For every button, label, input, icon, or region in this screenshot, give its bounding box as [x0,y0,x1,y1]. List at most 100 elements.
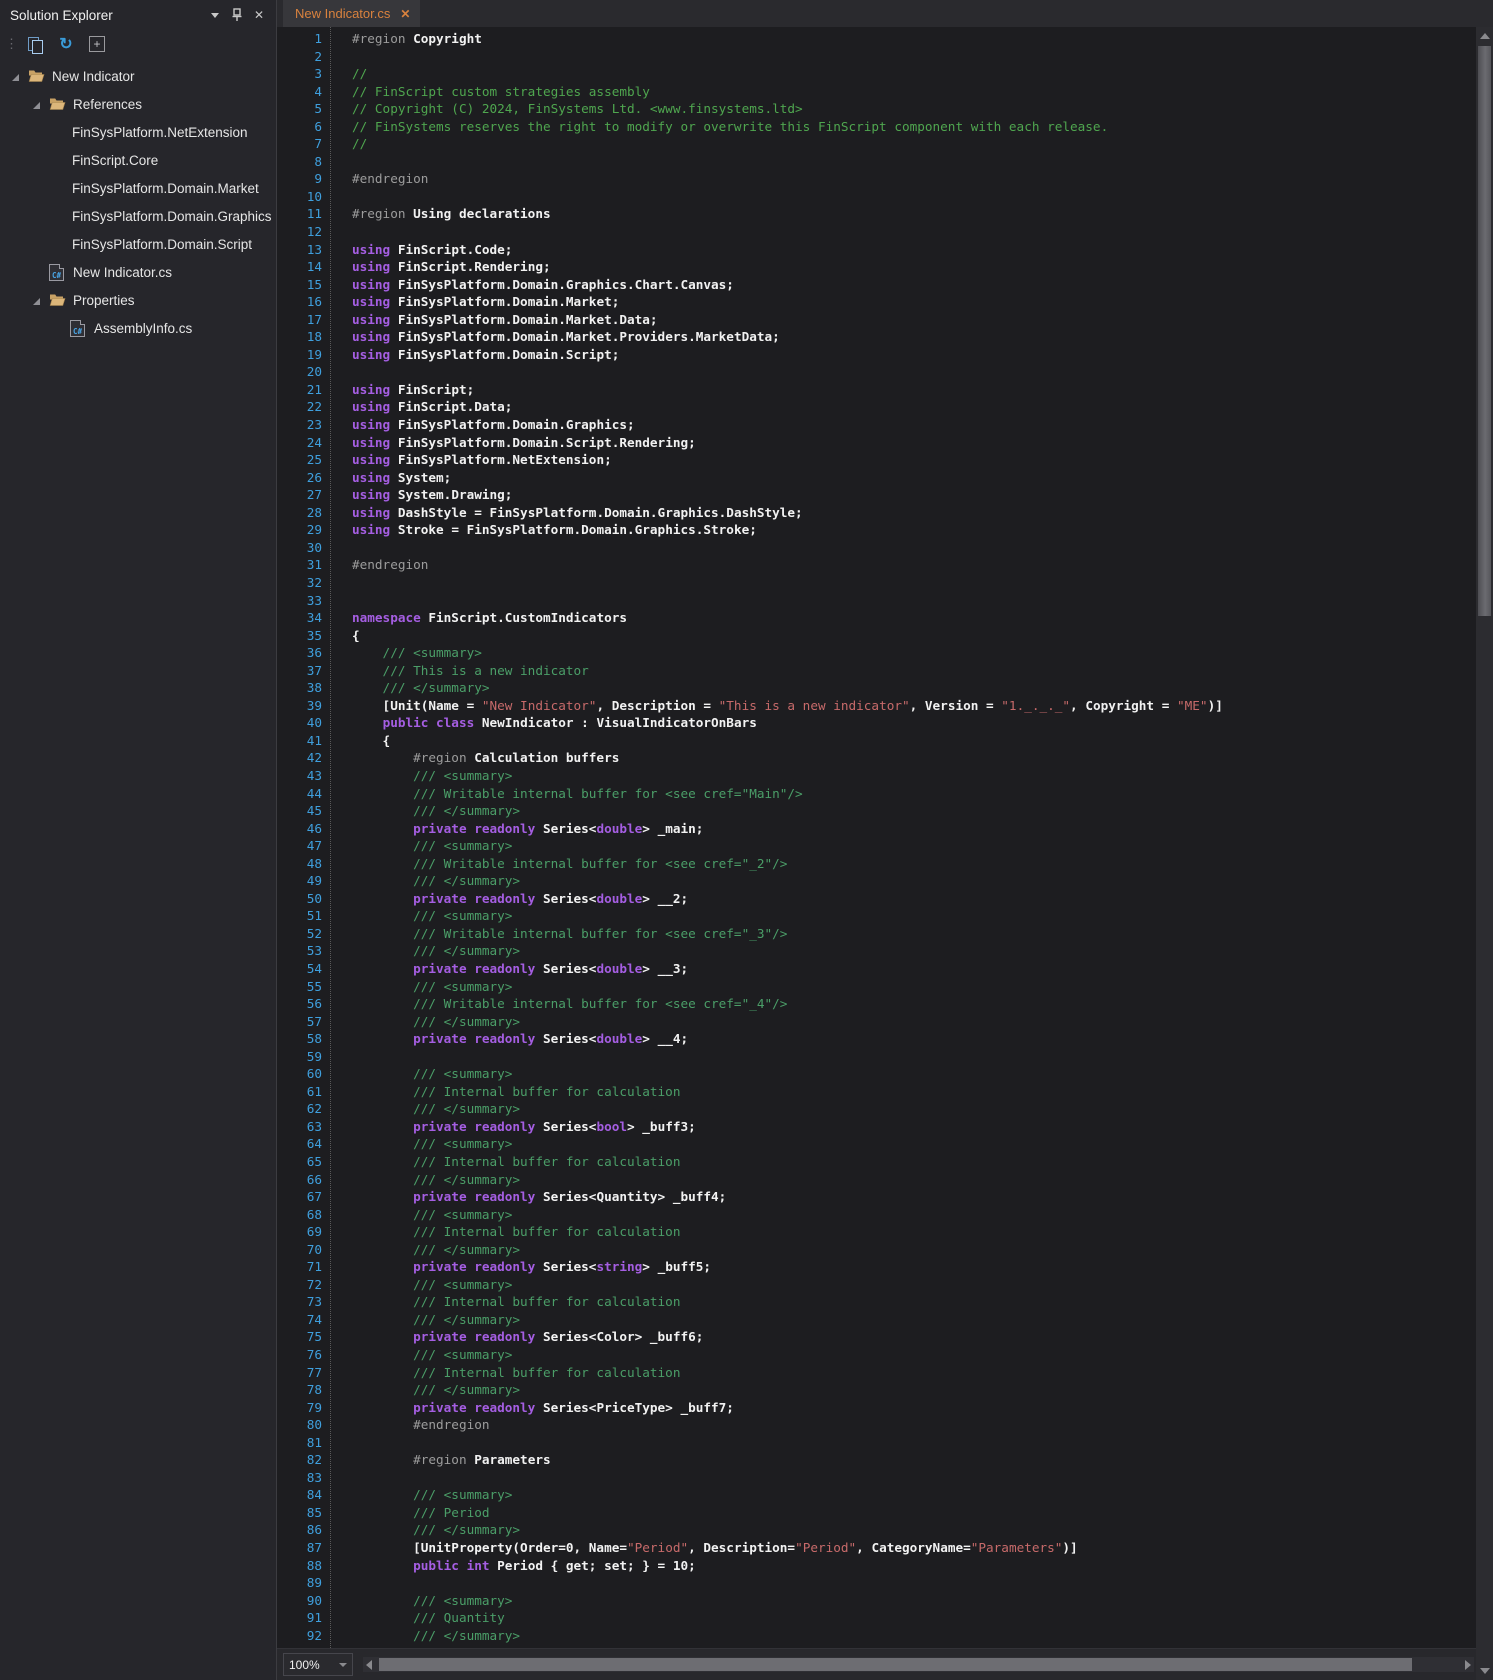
line-number: 44 [277,785,322,803]
code-line: /// Period [352,1504,1476,1522]
tree-item-finsysplatform-domain-script[interactable]: FinSysPlatform.Domain.Script [0,230,276,258]
code-line [352,1574,1476,1592]
tree-item-properties[interactable]: Properties [0,286,276,314]
line-number: 80 [277,1416,322,1434]
code-line [352,574,1476,592]
line-number: 41 [277,732,322,750]
vertical-scrollbar[interactable] [1476,27,1493,1680]
code-line: using FinSysPlatform.NetExtension; [352,451,1476,469]
tree-item-label: FinSysPlatform.Domain.Script [72,237,252,252]
line-number: 9 [277,170,322,188]
code-line: /// <summary> [352,1592,1476,1610]
code-line: /// Internal buffer for calculation [352,1083,1476,1101]
close-icon[interactable]: ✕ [250,6,268,24]
line-number: 18 [277,328,322,346]
folder-icon [49,293,71,307]
zoom-control[interactable]: 100% [283,1653,353,1676]
chevron-down-icon[interactable] [206,6,224,24]
expander-spacer [54,211,70,221]
code-line: private readonly Series<Quantity> _buff4… [352,1188,1476,1206]
tree-item-new-indicator-cs[interactable]: C#New Indicator.cs [0,258,276,286]
scroll-right-icon[interactable] [1465,1660,1471,1670]
refresh-icon[interactable]: ↻ [55,34,77,54]
tree-item-new-indicator[interactable]: New Indicator [0,62,276,90]
pin-icon[interactable] [228,6,246,24]
editor-bottom-bar: 100% [277,1648,1476,1680]
line-number: 74 [277,1311,322,1329]
code-line: using FinScript.Rendering; [352,258,1476,276]
line-number: 64 [277,1135,322,1153]
line-number-gutter[interactable]: 1234567891011121314151617181920212223242… [277,27,330,1648]
expander-icon[interactable] [33,99,49,109]
line-number: 65 [277,1153,322,1171]
copy-icon[interactable] [24,34,46,54]
zoom-value: 100% [289,1658,320,1672]
code-line: private readonly Series<string> _buff5; [352,1258,1476,1276]
code-line: /// Internal buffer for calculation [352,1153,1476,1171]
line-number: 42 [277,749,322,767]
tree-item-finsysplatform-netextension[interactable]: FinSysPlatform.NetExtension [0,118,276,146]
toolbar-grip-icon[interactable]: ⋮ [5,36,16,52]
tab-close-icon[interactable]: ✕ [400,7,410,21]
horizontal-scrollbar-thumb[interactable] [379,1658,1412,1671]
tree-item-finsysplatform-domain-market[interactable]: FinSysPlatform.Domain.Market [0,174,276,202]
code-line: /// </summary> [352,1521,1476,1539]
line-number: 32 [277,574,322,592]
solution-tree: New IndicatorReferencesFinSysPlatform.Ne… [0,62,276,342]
scroll-left-icon[interactable] [366,1660,372,1670]
line-number: 81 [277,1434,322,1452]
line-number: 5 [277,100,322,118]
tree-item-finsysplatform-domain-graphics[interactable]: FinSysPlatform.Domain.Graphics [0,202,276,230]
line-number: 20 [277,363,322,381]
expander-spacer [54,239,70,249]
code-line: private readonly Series<double> _main; [352,820,1476,838]
tab-new-indicator-cs[interactable]: New Indicator.cs ✕ [283,0,420,27]
add-item-icon[interactable]: + [86,34,108,54]
code-line: #region Parameters [352,1451,1476,1469]
line-number: 75 [277,1328,322,1346]
expander-icon[interactable] [12,71,28,81]
line-number: 17 [277,311,322,329]
line-number: 37 [277,662,322,680]
expander-spacer [54,127,70,137]
scroll-up-icon[interactable] [1480,33,1490,39]
tree-item-assemblyinfo-cs[interactable]: C#AssemblyInfo.cs [0,314,276,342]
line-number: 78 [277,1381,322,1399]
code-line: [Unit(Name = "New Indicator", Descriptio… [352,697,1476,715]
line-number: 61 [277,1083,322,1101]
line-number: 59 [277,1048,322,1066]
code-editor[interactable]: 1234567891011121314151617181920212223242… [277,27,1476,1648]
code-line: using FinSysPlatform.Domain.Script; [352,346,1476,364]
code-line: /// </summary> [352,1013,1476,1031]
line-number: 35 [277,627,322,645]
code-line: [UnitProperty(Order=0, Name="Period", De… [352,1539,1476,1557]
scroll-down-icon[interactable] [1480,1668,1490,1674]
line-number: 71 [277,1258,322,1276]
expander-icon[interactable] [33,295,49,305]
line-number: 19 [277,346,322,364]
code-line: /// <summary> [352,978,1476,996]
code-line: using System; [352,469,1476,487]
vertical-scrollbar-thumb[interactable] [1478,46,1491,616]
csharp-file-icon: C# [70,320,92,337]
code-line: private readonly Series<double> __4; [352,1030,1476,1048]
line-number: 45 [277,802,322,820]
line-number: 53 [277,942,322,960]
horizontal-scrollbar[interactable] [363,1657,1474,1672]
code-line: /// Writable internal buffer for <see cr… [352,925,1476,943]
line-number: 21 [277,381,322,399]
line-number: 52 [277,925,322,943]
code-line: /// <summary> [352,644,1476,662]
code-line: /// Internal buffer for calculation [352,1364,1476,1382]
line-number: 56 [277,995,322,1013]
tree-item-references[interactable]: References [0,90,276,118]
code-line: using FinSysPlatform.Domain.Graphics; [352,416,1476,434]
line-number: 92 [277,1627,322,1645]
tree-item-finscript-core[interactable]: FinScript.Core [0,146,276,174]
solution-explorer-panel: Solution Explorer ✕ ⋮ ↻ + New IndicatorR… [0,0,277,1680]
csharp-file-icon-glyph: C# [49,264,64,281]
code-line: // [352,65,1476,83]
line-number: 69 [277,1223,322,1241]
expander-spacer [54,323,70,333]
code-line: /// Quantity [352,1609,1476,1627]
